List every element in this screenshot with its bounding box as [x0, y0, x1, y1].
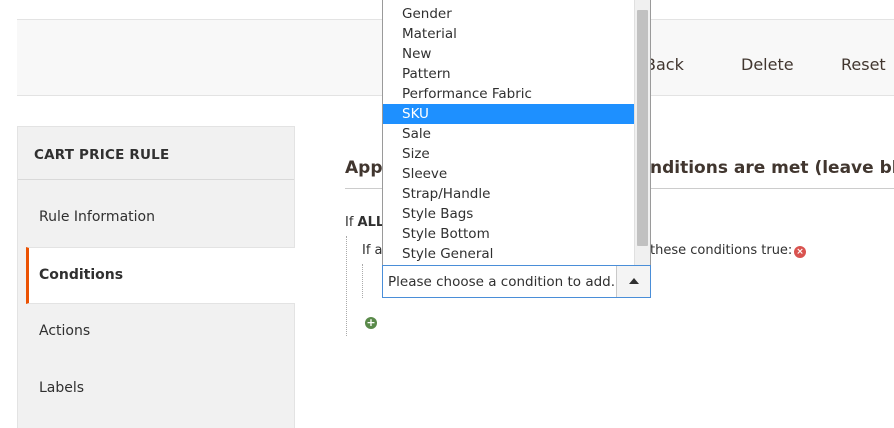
dropdown-option[interactable]: Sleeve: [383, 164, 634, 184]
reset-button[interactable]: Reset: [841, 57, 886, 73]
dropdown-option[interactable]: Sale: [383, 124, 634, 144]
sidebar-item-label: Rule Information: [39, 209, 155, 225]
dropdown-option[interactable]: Strap/Handle: [383, 184, 634, 204]
delete-button[interactable]: Delete: [741, 57, 794, 73]
tree-line: [346, 236, 347, 336]
add-condition-icon[interactable]: +: [365, 317, 377, 329]
sub-condition-text: If a: [362, 243, 383, 258]
dropdown-option[interactable]: Style Bottom: [383, 224, 634, 244]
sub-condition-text-right: these conditions true:: [650, 243, 793, 258]
sidebar-divider: [18, 179, 294, 180]
sidebar-item-actions[interactable]: Actions: [18, 304, 295, 361]
sidebar-item-labels[interactable]: Labels: [18, 361, 295, 418]
sidebar: CART PRICE RULE Rule Information Conditi…: [17, 126, 295, 428]
dropdown-option[interactable]: Performance Fabric: [383, 84, 634, 104]
sidebar-item-label: Labels: [39, 380, 85, 396]
dropdown-option[interactable]: Style General: [383, 244, 634, 264]
tree-line: [362, 264, 363, 298]
sidebar-item-rule-information[interactable]: Rule Information: [18, 190, 295, 247]
dropdown-option[interactable]: New: [383, 44, 634, 64]
dropdown-option[interactable]: Pattern: [383, 64, 634, 84]
dropdown-option-selected[interactable]: SKU: [383, 104, 634, 124]
sidebar-item-label: Actions: [39, 323, 91, 339]
scrollbar-thumb[interactable]: [637, 10, 648, 246]
condition-root: If ALL: [345, 215, 384, 230]
dropdown-option[interactable]: Gender: [383, 4, 634, 24]
sidebar-item-label: Conditions: [39, 267, 124, 283]
condition-if-text: If: [345, 215, 358, 230]
dropdown-option[interactable]: Material: [383, 24, 634, 44]
select-toggle[interactable]: [616, 266, 650, 297]
condition-dropdown-list: Gender Material New Pattern Performance …: [382, 0, 651, 265]
dropdown-option[interactable]: Style Bags: [383, 204, 634, 224]
sidebar-item-conditions[interactable]: Conditions: [26, 247, 295, 304]
dropdown-option[interactable]: Size: [383, 144, 634, 164]
remove-condition-icon[interactable]: ×: [794, 246, 806, 258]
chevron-up-icon: [629, 278, 639, 284]
condition-select-value: Please choose a condition to add.: [388, 274, 616, 290]
sidebar-title: CART PRICE RULE: [34, 147, 170, 163]
dropdown-scrollbar[interactable]: [634, 0, 650, 265]
page: Back Delete Reset CART PRICE RULE Rule I…: [0, 0, 894, 428]
aggregator-link[interactable]: ALL: [358, 215, 385, 230]
condition-select[interactable]: Please choose a condition to add.: [382, 265, 651, 298]
section-heading-right: nditions are met (leave blank f: [650, 158, 894, 178]
